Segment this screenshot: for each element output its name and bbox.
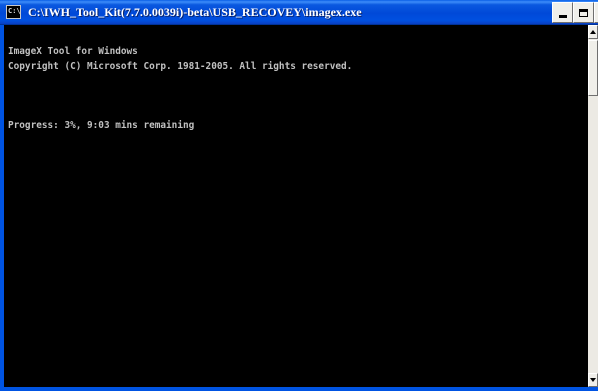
cmd-icon-text: C:\: [8, 7, 21, 15]
maximize-icon: [579, 8, 588, 17]
scroll-down-button[interactable]: [588, 373, 598, 387]
minimize-button[interactable]: [552, 2, 573, 23]
title-bar[interactable]: C:\ C:\IWH_Tool_Kit(7.7.0.0039i)-beta\US…: [0, 0, 598, 25]
maximize-button[interactable]: [573, 2, 594, 23]
vertical-scrollbar[interactable]: [588, 25, 598, 387]
console-window: C:\ C:\IWH_Tool_Kit(7.7.0.0039i)-beta\US…: [0, 0, 598, 391]
arrow-down-icon: [590, 378, 596, 382]
console-line-progress: Progress: 3%, 9:03 mins remaining: [8, 120, 195, 131]
scroll-thumb[interactable]: [588, 40, 598, 96]
cmd-icon[interactable]: C:\: [6, 5, 21, 19]
window-bottom-border: [0, 387, 598, 391]
arrow-up-icon: [590, 30, 596, 34]
scroll-up-button[interactable]: [588, 25, 598, 39]
minimize-icon: [558, 14, 567, 18]
close-button[interactable]: ×: [594, 2, 598, 23]
window-title: C:\IWH_Tool_Kit(7.7.0.0039i)-beta\USB_RE…: [28, 5, 362, 19]
console-line-copyright: Copyright (C) Microsoft Corp. 1981-2005.…: [8, 61, 353, 72]
console-line-header: ImageX Tool for Windows: [8, 46, 138, 57]
console-output[interactable]: ImageX Tool for Windows Copyright (C) Mi…: [4, 25, 588, 387]
